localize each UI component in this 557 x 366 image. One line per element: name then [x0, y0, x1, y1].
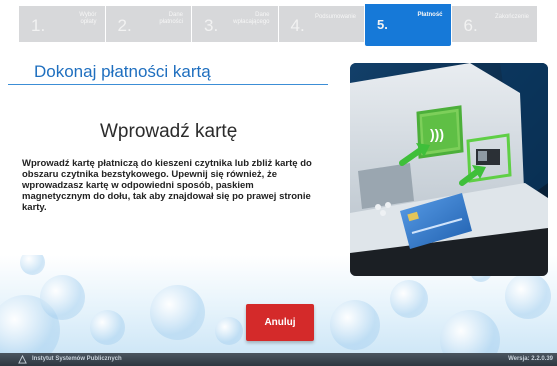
step-number: 4.	[290, 16, 305, 35]
step-6: 6. Zakończenie	[451, 6, 537, 42]
step-progress-bar: 1. Wybór opłaty 2. Dane płatności 3. Dan…	[19, 4, 537, 46]
step-2: 2. Dane płatności	[105, 6, 191, 42]
step-5-active: 5. Płatność	[365, 4, 451, 46]
step-4: 4. Podsumowanie	[278, 6, 364, 42]
card-reader-image: )))	[350, 63, 548, 276]
page-title: Dokonaj płatności kartą	[34, 62, 211, 81]
footer-version: Wersja: 2.2.0.39	[508, 356, 553, 362]
institute-logo-icon	[18, 355, 27, 364]
step-number: 3.	[204, 16, 219, 35]
instruction-text: Wprowadź kartę płatniczą do kieszeni czy…	[22, 158, 312, 213]
footer-organization: Instytut Systemów Publicznych	[32, 356, 122, 362]
step-number: 5.	[377, 17, 388, 32]
step-label: Wybór opłaty	[79, 12, 97, 25]
svg-text:))): )))	[430, 126, 444, 142]
step-label: Dane wpłacającego	[233, 12, 270, 25]
step-number: 2.	[117, 16, 132, 35]
card-reader-illustration: )))	[350, 63, 548, 276]
footer-bar: Instytut Systemów Publicznych Wersja: 2.…	[0, 353, 557, 366]
step-label: Płatność	[417, 12, 443, 18]
cancel-button[interactable]: Anuluj	[246, 304, 314, 341]
step-1: 1. Wybór opłaty	[19, 6, 105, 42]
instruction-heading: Wprowadź kartę	[100, 121, 238, 142]
step-number: 6.	[463, 16, 478, 35]
step-label: Podsumowanie	[314, 14, 356, 20]
step-label: Dane płatności	[159, 12, 183, 25]
step-number: 1.	[31, 16, 46, 35]
step-label: Zakończenie	[494, 14, 529, 20]
title-divider	[8, 84, 328, 85]
step-3: 3. Dane wpłacającego	[192, 6, 278, 42]
